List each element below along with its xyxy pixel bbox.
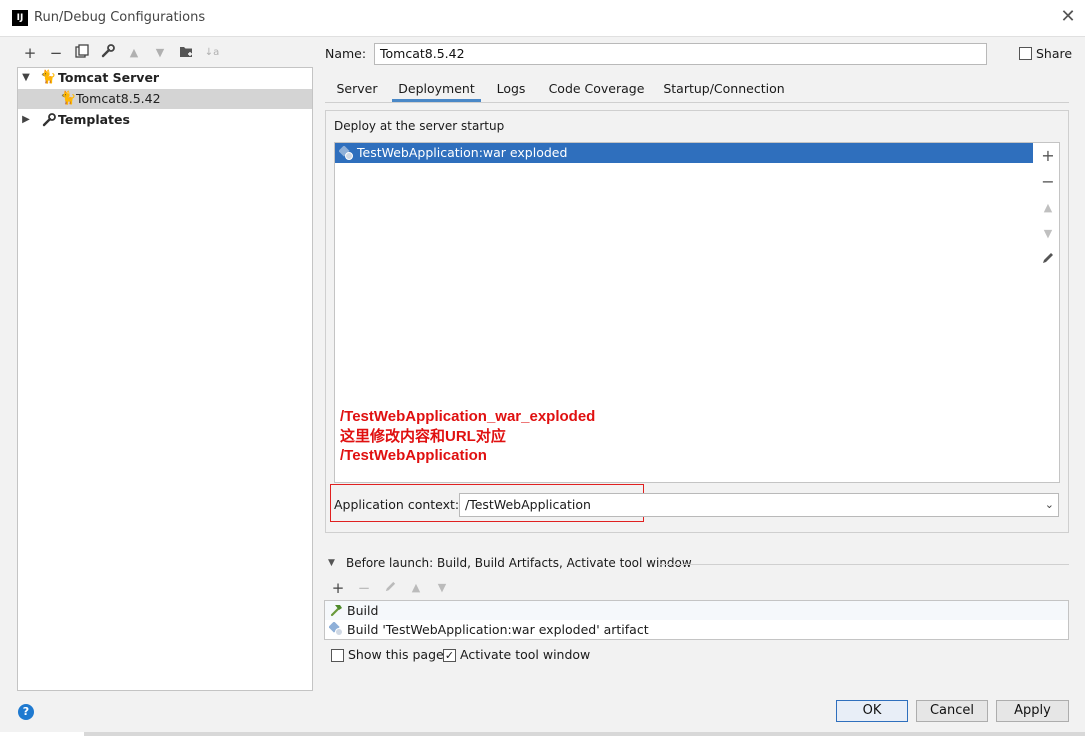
app-context-label: Application context: bbox=[334, 497, 460, 512]
tab-logs[interactable]: Logs bbox=[490, 76, 532, 102]
remove-artifact-icon[interactable]: − bbox=[1038, 171, 1058, 193]
remove-configuration-icon[interactable]: − bbox=[47, 44, 65, 62]
annotation-line-1: /TestWebApplication_war_exploded bbox=[340, 408, 596, 425]
add-configuration-icon[interactable]: + bbox=[21, 44, 39, 62]
annotation-line-2: 这里修改内容和URL对应 bbox=[340, 427, 506, 445]
chevron-right-icon[interactable]: ▶ bbox=[20, 110, 32, 130]
title-bar: IJ Run/Debug Configurations ✕ bbox=[0, 0, 1085, 36]
tomcat-icon: 🐈 bbox=[60, 91, 77, 106]
move-task-down-icon[interactable]: ▼ bbox=[433, 579, 451, 597]
move-up-icon[interactable]: ▲ bbox=[125, 44, 143, 62]
tab-server[interactable]: Server bbox=[332, 76, 382, 102]
cancel-button[interactable]: Cancel bbox=[916, 700, 988, 722]
before-launch-divider bbox=[658, 564, 1069, 565]
chevron-down-icon[interactable]: ⌄ bbox=[1045, 494, 1054, 516]
remove-task-icon[interactable]: − bbox=[355, 579, 373, 597]
add-task-icon[interactable]: + bbox=[329, 579, 347, 597]
show-page-label: Show this page bbox=[348, 647, 444, 662]
tree-item-tomcat-server[interactable]: ▼ 🐈 Tomcat Server bbox=[18, 68, 312, 88]
tree-item-label: Templates bbox=[58, 112, 130, 127]
help-icon[interactable]: ? bbox=[18, 704, 34, 720]
tomcat-icon: 🐈 bbox=[40, 70, 57, 85]
window-title: Run/Debug Configurations bbox=[34, 10, 206, 25]
list-item[interactable]: Build bbox=[325, 601, 1068, 620]
list-item[interactable]: TestWebApplication:war exploded bbox=[335, 143, 1033, 163]
annotation-line-3: /TestWebApplication bbox=[340, 447, 487, 464]
red-annotation-text: /TestWebApplication_war_exploded 这里修改内容和… bbox=[340, 407, 595, 466]
tree-item-templates[interactable]: ▶ Templates bbox=[18, 110, 312, 130]
tree-item-label: Tomcat8.5.42 bbox=[76, 91, 161, 106]
artifact-icon bbox=[338, 145, 353, 160]
sort-alphabetically-icon[interactable]: ↓a bbox=[203, 44, 221, 62]
show-page-checkbox[interactable] bbox=[331, 649, 344, 662]
share-label: Share bbox=[1036, 46, 1073, 61]
name-field[interactable]: Tomcat8.5.42 bbox=[374, 43, 987, 65]
ok-button[interactable]: OK bbox=[836, 700, 908, 722]
tab-startup-connection[interactable]: Startup/Connection bbox=[662, 76, 786, 102]
tree-item-tomcat-config[interactable]: 🐈 Tomcat8.5.42 bbox=[18, 89, 312, 109]
underlying-window-strip bbox=[84, 732, 1085, 736]
copy-configuration-icon[interactable] bbox=[73, 44, 91, 62]
move-down-icon[interactable]: ▼ bbox=[151, 44, 169, 62]
chevron-down-icon[interactable]: ▼ bbox=[20, 68, 32, 88]
collapse-triangle-icon[interactable]: ▼ bbox=[328, 558, 335, 568]
move-task-up-icon[interactable]: ▲ bbox=[407, 579, 425, 597]
apply-button[interactable]: Apply bbox=[996, 700, 1069, 722]
before-launch-list[interactable]: Build Build 'TestWebApplication:war expl… bbox=[324, 600, 1069, 640]
task-label: Build 'TestWebApplication:war exploded' … bbox=[347, 622, 649, 637]
add-artifact-icon[interactable]: + bbox=[1038, 145, 1058, 167]
task-label: Build bbox=[347, 603, 379, 618]
intellij-app-icon: IJ bbox=[12, 10, 28, 26]
move-artifact-down-icon[interactable]: ▼ bbox=[1038, 223, 1058, 245]
deploy-item-label: TestWebApplication:war exploded bbox=[357, 145, 568, 160]
move-artifact-up-icon[interactable]: ▲ bbox=[1038, 197, 1058, 219]
share-checkbox[interactable] bbox=[1019, 47, 1032, 60]
app-context-combobox[interactable]: /TestWebApplication ⌄ bbox=[459, 493, 1059, 517]
tab-separator bbox=[325, 102, 1069, 103]
new-folder-icon[interactable] bbox=[177, 44, 195, 62]
configuration-tree[interactable]: ▼ 🐈 Tomcat Server 🐈 Tomcat8.5.42 ▶ Templ… bbox=[17, 67, 313, 691]
tab-code-coverage[interactable]: Code Coverage bbox=[545, 76, 648, 102]
deploy-group-label: Deploy at the server startup bbox=[334, 119, 505, 133]
name-label: Name: bbox=[325, 46, 367, 61]
edit-artifact-pencil-icon[interactable] bbox=[1038, 249, 1058, 271]
app-context-value: /TestWebApplication bbox=[465, 497, 591, 512]
wrench-icon bbox=[42, 113, 56, 133]
activate-tool-checkbox[interactable]: ✓ bbox=[443, 649, 456, 662]
list-item[interactable]: Build 'TestWebApplication:war exploded' … bbox=[325, 620, 1068, 639]
before-launch-label: Before launch: Build, Build Artifacts, A… bbox=[346, 556, 692, 570]
artifact-icon bbox=[328, 621, 343, 641]
close-window-icon[interactable]: ✕ bbox=[1058, 6, 1078, 28]
edit-defaults-wrench-icon[interactable] bbox=[99, 44, 117, 62]
tree-item-label: Tomcat Server bbox=[58, 70, 160, 85]
edit-task-pencil-icon[interactable] bbox=[381, 579, 399, 597]
activate-tool-label: Activate tool window bbox=[460, 647, 591, 662]
tab-deployment[interactable]: Deployment bbox=[392, 76, 481, 102]
